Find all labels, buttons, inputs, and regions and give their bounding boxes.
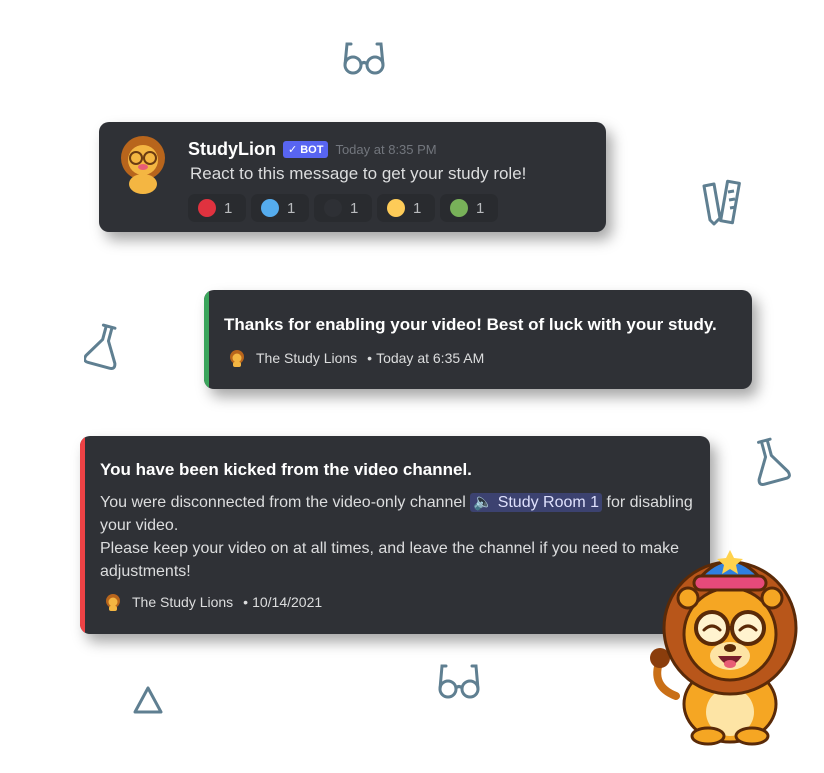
reaction-green-circle[interactable]: 1 (440, 194, 498, 222)
footer-name: The Study Lions (256, 350, 358, 366)
footer-name: The Study Lions (132, 594, 234, 610)
black-circle-icon (324, 199, 342, 217)
lion-mascot-illustration (650, 550, 798, 746)
ruler-pencil-icon (702, 179, 741, 226)
triangle-icon (133, 686, 163, 714)
glasses-icon (438, 664, 480, 699)
reaction-count: 1 (413, 199, 422, 217)
bot-badge-label: BOT (300, 143, 324, 156)
bot-message: StudyLion ✓ BOT Today at 8:35 PM React t… (99, 122, 606, 232)
reaction-count: 1 (287, 199, 296, 217)
bot-badge: ✓ BOT (283, 141, 329, 158)
lion-footer-icon (230, 350, 244, 367)
reaction-count: 1 (224, 199, 233, 217)
embed-footer: The Study Lions • 10/14/2021 (104, 593, 322, 611)
embed-footer: The Study Lions • Today at 6:35 AM (228, 349, 484, 367)
reaction-count: 1 (476, 199, 485, 217)
blue-circle-icon (261, 199, 279, 217)
glasses-icon (343, 42, 385, 75)
embed-title: Thanks for enabling your video! Best of … (224, 315, 717, 334)
channel-mention[interactable]: 🔈 Study Room 1 (470, 493, 603, 512)
flask-icon (84, 323, 117, 370)
reaction-red-circle[interactable]: 1 (188, 194, 246, 222)
footer-separator: • (367, 350, 373, 366)
username[interactable]: StudyLion (188, 139, 276, 160)
message-timestamp[interactable]: Today at 8:35 PM (335, 142, 436, 157)
reaction-yellow-circle[interactable]: 1 (377, 194, 435, 222)
reaction-count: 1 (350, 199, 359, 217)
footer-separator: • (243, 594, 249, 610)
lion-footer-icon (106, 594, 120, 611)
green-circle-icon (450, 199, 468, 217)
embed-accent-bar (80, 436, 85, 634)
embed-description: You were disconnected from the video-onl… (100, 491, 700, 583)
yellow-circle-icon (387, 199, 405, 217)
embed-title: You have been kicked from the video chan… (100, 460, 472, 479)
reaction-black-circle[interactable]: 1 (314, 194, 372, 222)
description-text: Please keep your video on at all times, … (100, 540, 680, 580)
footer-timestamp: Today at 6:35 AM (376, 350, 485, 366)
footer-timestamp: 10/14/2021 (252, 594, 323, 610)
check-icon: ✓ (288, 144, 298, 156)
speaker-icon: 🔈 (473, 494, 494, 511)
red-circle-icon (198, 199, 216, 217)
avatar[interactable] (115, 134, 171, 194)
embed-accent-bar (204, 290, 209, 389)
message-text: React to this message to get your study … (190, 164, 527, 183)
lion-avatar-icon (121, 136, 165, 194)
flask-icon (757, 437, 791, 486)
reaction-bar: 1 1 1 1 1 (188, 194, 498, 222)
reaction-blue-circle[interactable]: 1 (251, 194, 309, 222)
channel-mention-label: Study Room 1 (497, 494, 600, 511)
description-text: You were disconnected from the video-onl… (100, 494, 471, 511)
kick-embed: You have been kicked from the video chan… (80, 436, 710, 634)
success-embed: Thanks for enabling your video! Best of … (204, 290, 752, 389)
